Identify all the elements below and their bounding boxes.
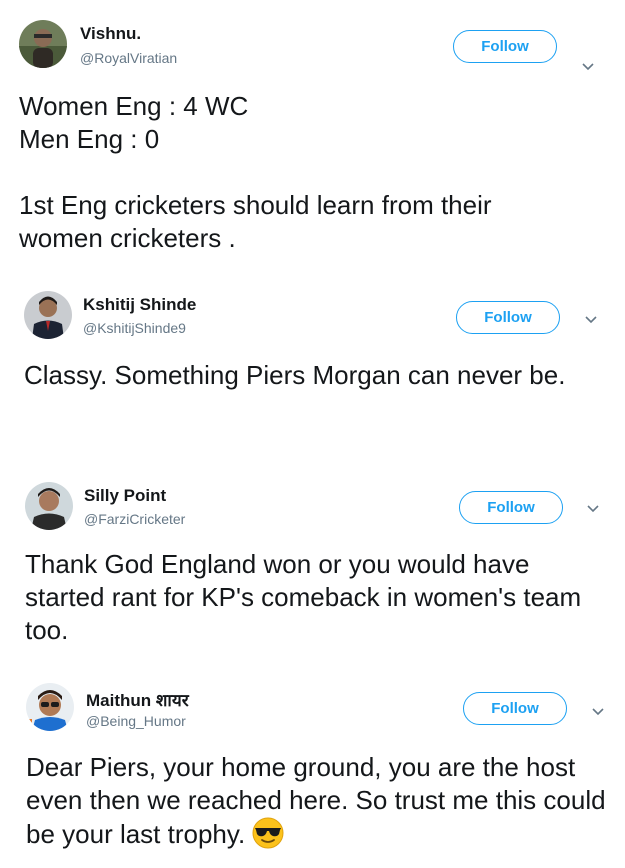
- display-name[interactable]: Silly Point: [84, 486, 166, 506]
- user-handle[interactable]: @Being_Humor: [86, 713, 186, 729]
- tweet-text: Thank God England won or you would have …: [25, 549, 582, 645]
- chevron-down-icon[interactable]: [586, 504, 600, 514]
- sunglasses-emoji-icon: [252, 817, 284, 849]
- tweet-card: Kshitij Shinde @KshitijShinde9 Follow Cl…: [0, 291, 625, 441]
- display-name[interactable]: Maithun शायर: [86, 688, 189, 711]
- display-name[interactable]: Kshitij Shinde: [83, 295, 196, 315]
- display-name[interactable]: Vishnu.: [80, 24, 141, 44]
- tweet-text-content: Dear Piers, your home ground, you are th…: [26, 752, 606, 849]
- tweet-text: Dear Piers, your home ground, you are th…: [26, 751, 611, 851]
- follow-button[interactable]: Follow: [453, 30, 557, 63]
- tweet-card: Vishnu. @RoyalViratian Follow Women Eng …: [0, 20, 625, 260]
- chevron-down-icon[interactable]: [581, 62, 595, 72]
- tweet-text: Classy. Something Piers Morgan can never…: [24, 360, 566, 390]
- user-handle[interactable]: @KshitijShinde9: [83, 320, 186, 336]
- tweet-card: Maithun शायर @Being_Humor Follow Dear Pi…: [0, 683, 625, 863]
- tweet-text: Women Eng : 4 WC Men Eng : 0 1st Eng cri…: [19, 91, 492, 253]
- chevron-down-icon[interactable]: [584, 315, 598, 325]
- user-handle[interactable]: @FarziCricketer: [84, 511, 185, 527]
- user-handle[interactable]: @RoyalViratian: [80, 50, 177, 66]
- follow-button[interactable]: Follow: [463, 692, 567, 725]
- follow-button[interactable]: Follow: [459, 491, 563, 524]
- avatar[interactable]: [25, 482, 73, 530]
- follow-button[interactable]: Follow: [456, 301, 560, 334]
- tweet-card: Silly Point @FarziCricketer Follow Thank…: [0, 482, 625, 652]
- avatar[interactable]: [26, 683, 74, 731]
- avatar[interactable]: [24, 291, 72, 339]
- avatar[interactable]: [19, 20, 67, 68]
- chevron-down-icon[interactable]: [591, 707, 605, 717]
